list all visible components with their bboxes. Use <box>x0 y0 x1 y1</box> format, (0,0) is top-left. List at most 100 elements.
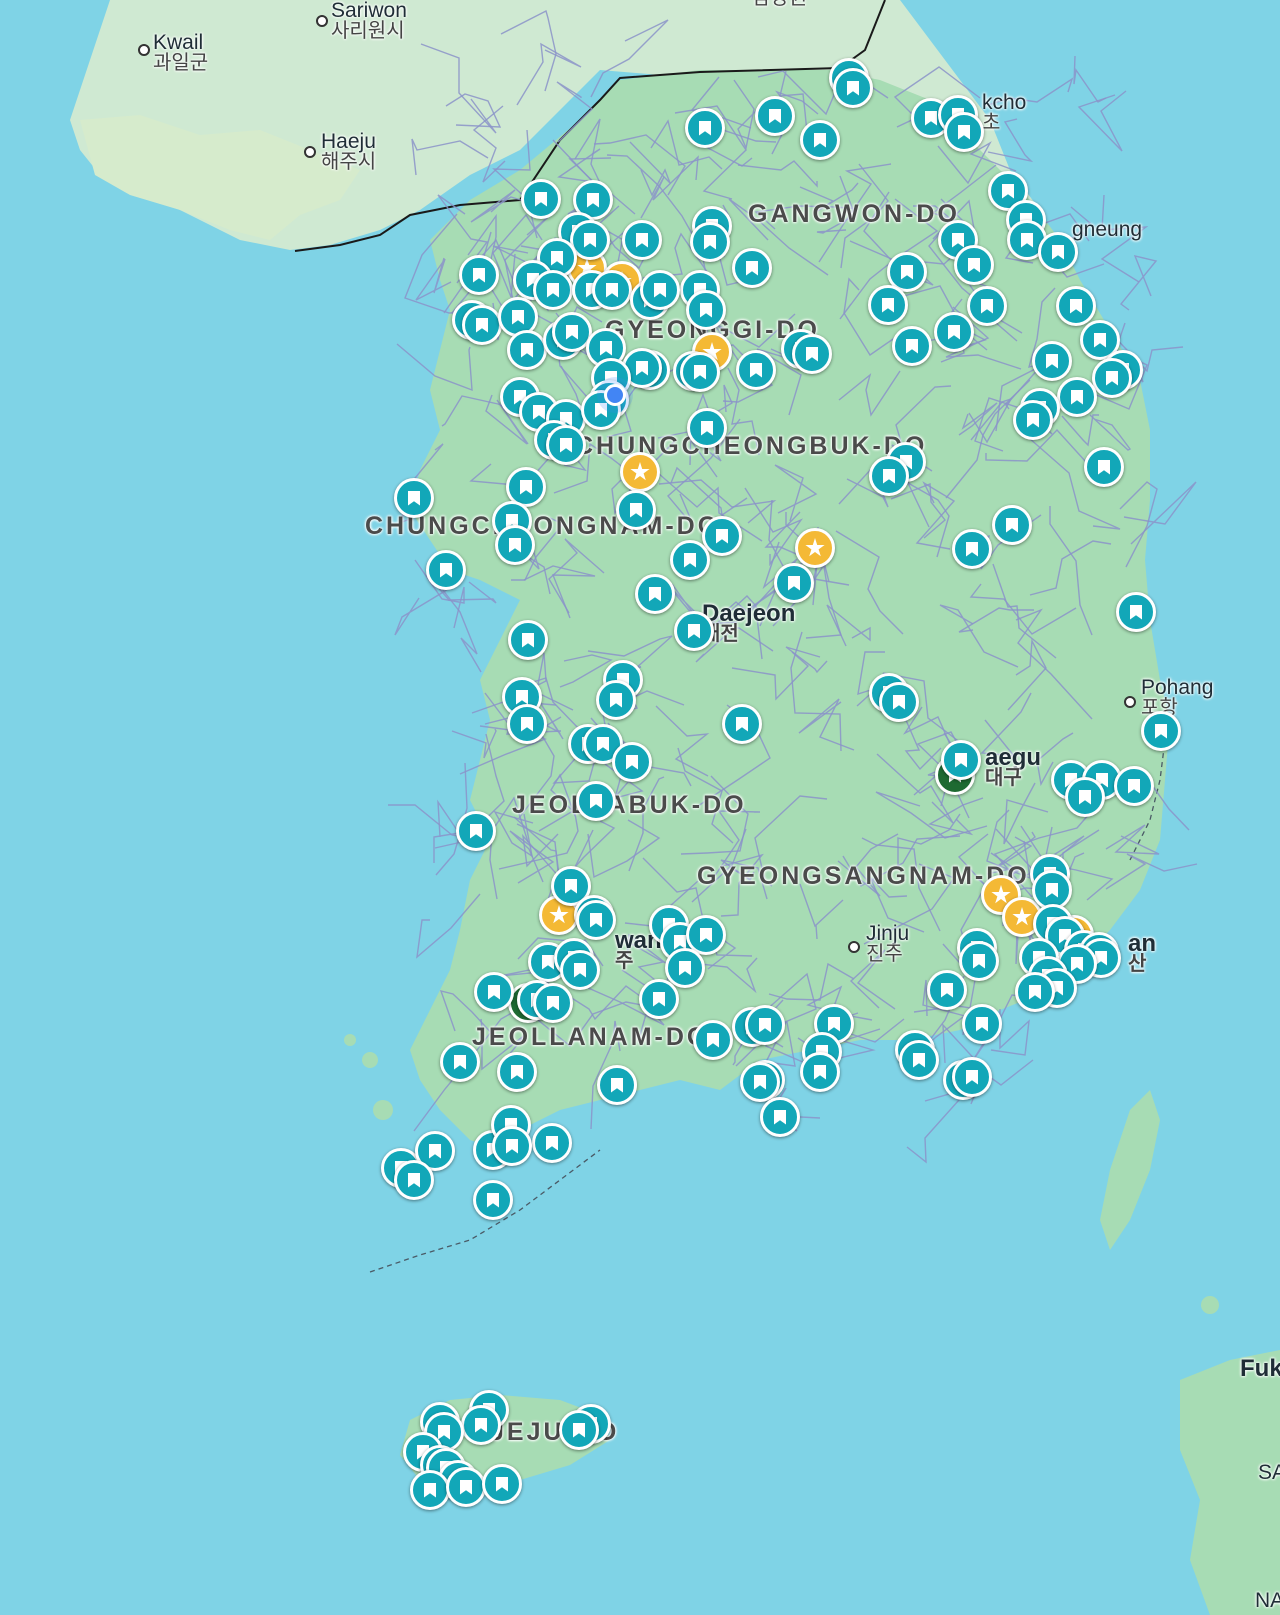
saved-place-pin[interactable] <box>952 1057 992 1097</box>
saved-place-pin[interactable] <box>1013 400 1053 440</box>
saved-place-pin[interactable] <box>394 478 434 518</box>
bookmark-icon <box>636 360 648 376</box>
saved-place-pin[interactable] <box>462 305 502 345</box>
saved-place-pin[interactable] <box>722 704 762 744</box>
saved-place-pin[interactable] <box>962 1004 1002 1044</box>
saved-place-pin[interactable] <box>533 270 573 310</box>
saved-place-pin[interactable] <box>497 1052 537 1092</box>
saved-place-pin[interactable] <box>576 900 616 940</box>
saved-place-pin[interactable] <box>680 352 720 392</box>
bookmark-icon <box>516 689 528 705</box>
bookmark-icon <box>573 1422 585 1438</box>
saved-place-pin[interactable] <box>869 456 909 496</box>
saved-place-pin[interactable] <box>440 1042 480 1082</box>
saved-place-pin[interactable] <box>1032 341 1072 381</box>
saved-place-pin[interactable] <box>576 781 616 821</box>
saved-place-pin[interactable] <box>800 1052 840 1092</box>
saved-place-pin[interactable] <box>1116 592 1156 632</box>
saved-place-pin[interactable] <box>622 220 662 260</box>
saved-place-pin[interactable] <box>474 972 514 1012</box>
saved-place-pin[interactable] <box>952 529 992 569</box>
saved-place-pin[interactable] <box>426 550 466 590</box>
saved-place-pin[interactable] <box>533 983 573 1023</box>
saved-place-pin[interactable] <box>597 1065 637 1105</box>
saved-place-pin[interactable] <box>560 950 600 990</box>
saved-place-pin[interactable] <box>1114 766 1154 806</box>
saved-place-pin[interactable] <box>507 330 547 370</box>
saved-place-pin[interactable] <box>612 742 652 782</box>
saved-place-pin[interactable] <box>736 350 776 390</box>
saved-place-pin[interactable] <box>1057 377 1097 417</box>
saved-place-pin[interactable] <box>927 970 967 1010</box>
saved-place-pin[interactable] <box>521 179 561 219</box>
saved-place-pin[interactable] <box>1141 711 1181 751</box>
saved-place-pin[interactable] <box>954 245 994 285</box>
saved-place-pin[interactable] <box>639 979 679 1019</box>
saved-place-pin[interactable] <box>559 1410 599 1450</box>
saved-place-pin[interactable] <box>792 334 832 374</box>
saved-place-pin[interactable] <box>473 1180 513 1220</box>
saved-place-pin[interactable] <box>892 326 932 366</box>
bookmark-icon <box>847 80 859 96</box>
saved-place-pin[interactable] <box>1056 286 1096 326</box>
saved-place-pin[interactable] <box>959 941 999 981</box>
starred-place-pin[interactable] <box>795 528 835 568</box>
saved-place-pin[interactable] <box>693 1020 733 1060</box>
saved-place-pin[interactable] <box>508 620 548 660</box>
saved-place-pin[interactable] <box>670 540 710 580</box>
saved-place-pin[interactable] <box>992 505 1032 545</box>
saved-place-pin[interactable] <box>1065 777 1105 817</box>
saved-place-pin[interactable] <box>1092 358 1132 398</box>
bookmark-icon <box>610 692 622 708</box>
saved-place-pin[interactable] <box>616 490 656 530</box>
saved-place-pin[interactable] <box>686 290 726 330</box>
saved-place-pin[interactable] <box>944 112 984 152</box>
saved-place-pin[interactable] <box>635 574 675 614</box>
bookmark-icon <box>1021 232 1033 248</box>
saved-place-pin[interactable] <box>446 1467 486 1507</box>
region-label-jeonbuk: JEOLLABUK-DO <box>512 791 747 819</box>
saved-place-pin[interactable] <box>492 1126 532 1166</box>
saved-place-pin[interactable] <box>899 1040 939 1080</box>
saved-place-pin[interactable] <box>410 1470 450 1510</box>
saved-place-pin[interactable] <box>596 680 636 720</box>
saved-place-pin[interactable] <box>495 525 535 565</box>
saved-place-pin[interactable] <box>760 1097 800 1137</box>
saved-place-pin[interactable] <box>687 408 727 448</box>
saved-place-pin[interactable] <box>592 270 632 310</box>
saved-place-pin[interactable] <box>800 120 840 160</box>
saved-place-pin[interactable] <box>774 563 814 603</box>
saved-place-pin[interactable] <box>532 1123 572 1163</box>
saved-place-pin[interactable] <box>755 96 795 136</box>
saved-place-pin[interactable] <box>546 425 586 465</box>
saved-place-pin[interactable] <box>941 740 981 780</box>
bookmark-icon <box>679 960 691 976</box>
my-location-dot <box>604 384 626 406</box>
saved-place-pin[interactable] <box>674 611 714 651</box>
saved-place-pin[interactable] <box>1015 972 1055 1012</box>
saved-place-pin[interactable] <box>934 312 974 352</box>
saved-place-pin[interactable] <box>459 255 499 295</box>
saved-place-pin[interactable] <box>745 1005 785 1045</box>
saved-place-pin[interactable] <box>732 248 772 288</box>
saved-place-pin[interactable] <box>461 1405 501 1445</box>
saved-place-pin[interactable] <box>456 811 496 851</box>
saved-place-pin[interactable] <box>740 1062 780 1102</box>
starred-place-pin[interactable] <box>620 452 660 492</box>
saved-place-pin[interactable] <box>833 68 873 108</box>
saved-place-pin[interactable] <box>868 285 908 325</box>
saved-place-pin[interactable] <box>640 270 680 310</box>
saved-place-pin[interactable] <box>967 286 1007 326</box>
saved-place-pin[interactable] <box>1084 447 1124 487</box>
saved-place-pin[interactable] <box>702 516 742 556</box>
saved-place-pin[interactable] <box>482 1464 522 1504</box>
saved-place-pin[interactable] <box>1038 232 1078 272</box>
bookmark-icon <box>547 995 559 1011</box>
saved-place-pin[interactable] <box>879 682 919 722</box>
saved-place-pin[interactable] <box>685 108 725 148</box>
map-canvas[interactable]: Kwail과일군 Sariwon사리원시 Haeju해주시 남강원 kcho초 … <box>0 0 1280 1615</box>
saved-place-pin[interactable] <box>690 222 730 262</box>
saved-place-pin[interactable] <box>394 1160 434 1200</box>
saved-place-pin[interactable] <box>507 704 547 744</box>
bookmark-icon <box>521 342 533 358</box>
